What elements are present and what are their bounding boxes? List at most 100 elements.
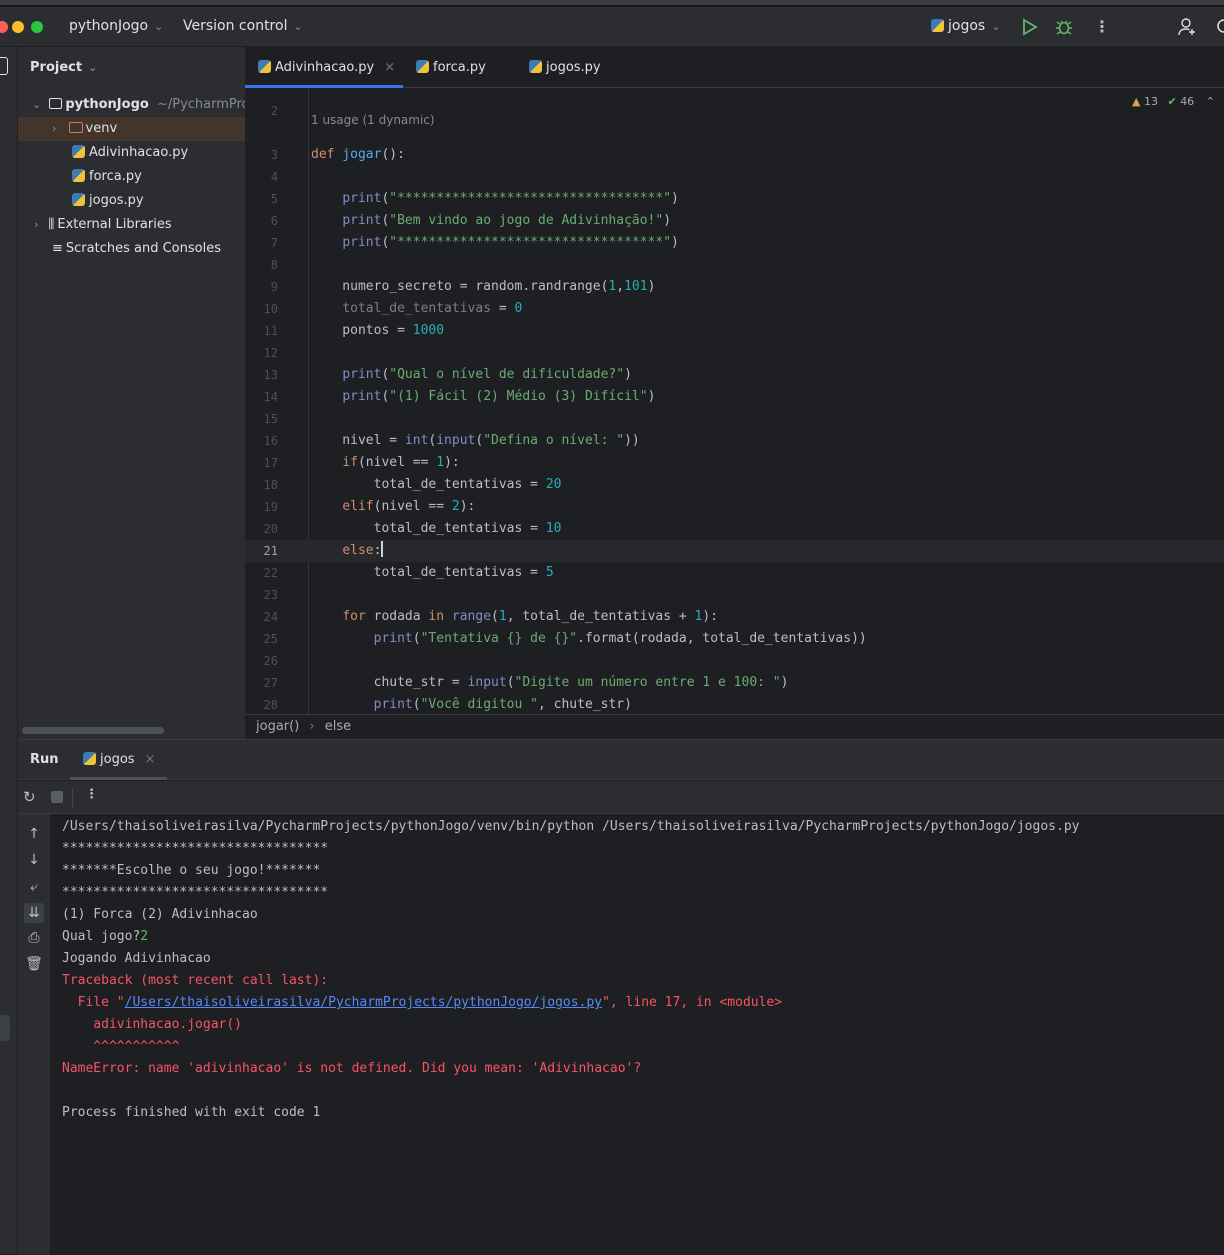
- code-line[interactable]: print("*********************************…: [311, 232, 679, 254]
- maximize-window-button[interactable]: [31, 21, 43, 33]
- code-token-kw: else: [342, 543, 374, 558]
- code-line[interactable]: elif(nivel == 2):: [311, 496, 475, 518]
- tree-item-external-libraries[interactable]: › ⫼ External Libraries: [18, 213, 245, 237]
- code-token-plain: :: [373, 543, 382, 558]
- code-token-plain: chute_str =: [311, 675, 468, 690]
- code-token-num: 20: [545, 477, 562, 492]
- tree-item-forca[interactable]: forca.py: [18, 165, 245, 189]
- tree-item-venv[interactable]: › venv: [18, 117, 245, 141]
- code-line[interactable]: for rodada in range(1, total_de_tentativ…: [311, 606, 718, 628]
- version-control-menu[interactable]: Version control ⌄: [183, 18, 303, 34]
- code-token-bi: print: [342, 235, 382, 250]
- tree-item-label: venv: [85, 121, 118, 136]
- console-text: ^^^^^^^^^^^: [62, 1039, 180, 1054]
- code-line[interactable]: chute_str = input("Digite um número entr…: [311, 672, 789, 694]
- project-panel: Project ⌄ ⌄ pythonJogo ~/PycharmProjects/…: [18, 47, 245, 739]
- tree-item-jogos[interactable]: jogos.py: [18, 189, 245, 213]
- project-tool-icon[interactable]: [0, 57, 8, 75]
- line-number: 16: [263, 434, 278, 448]
- code-line[interactable]: else:: [311, 540, 383, 562]
- code-line[interactable]: numero_secreto = random.randrange(1,101): [311, 276, 655, 298]
- console-line: Qual jogo?2: [62, 926, 148, 948]
- code-line[interactable]: print("Tentativa {} de {}".format(rodada…: [311, 628, 867, 650]
- window-top-edge: [0, 0, 1224, 6]
- run-config-selector[interactable]: jogos ⌄: [931, 18, 1000, 34]
- code-line[interactable]: nivel = int(input("Defina o nível: ")): [311, 430, 640, 452]
- chevron-right-icon: ›: [52, 122, 57, 135]
- console-line: ^^^^^^^^^^^: [62, 1036, 179, 1058]
- chevron-down-icon: ⌄: [293, 20, 303, 33]
- minimize-window-button[interactable]: [12, 21, 24, 33]
- code-line[interactable]: print("(1) Fácil (2) Médio (3) Difícil"): [311, 386, 655, 408]
- code-token-num: 5: [545, 565, 554, 580]
- code-token-plain: numero_secreto = random.randrange(: [311, 279, 609, 294]
- run-tool-icon[interactable]: [0, 1015, 10, 1041]
- code-token-plain: .format(rodada, total_de_tentativas)): [577, 631, 867, 646]
- file-link[interactable]: /Users/thaisoliveirasilva/PycharmProject…: [125, 995, 602, 1010]
- breadcrumb-item[interactable]: else: [325, 719, 351, 734]
- play-icon[interactable]: [1022, 18, 1038, 40]
- console-text: /Users/thaisoliveirasilva/PycharmProject…: [62, 819, 1080, 834]
- code-token-str: "Digite um número entre 1 e 100: ": [514, 675, 781, 690]
- code-token-plain: (: [491, 609, 499, 624]
- tree-item-adivinhacao[interactable]: Adivinhacao.py: [18, 141, 245, 165]
- code-line[interactable]: print("Você digitou ", chute_str): [311, 694, 632, 714]
- project-selector[interactable]: pythonJogo ⌄: [69, 18, 163, 34]
- line-number: 19: [263, 500, 278, 514]
- code-line[interactable]: total_de_tentativas = 10: [311, 518, 562, 540]
- code-token-plain: ):: [702, 609, 719, 624]
- line-number: 26: [263, 654, 278, 668]
- code-token-kw: def: [311, 147, 335, 162]
- code-token-kw: if: [342, 455, 358, 470]
- run-config-name: jogos: [948, 18, 986, 34]
- code-line[interactable]: total_de_tentativas = 0: [311, 298, 522, 320]
- close-window-button[interactable]: [0, 21, 8, 33]
- code-token-plain: ): [671, 235, 679, 250]
- code-line[interactable]: print("Bem vindo ao jogo de Adivinhação!…: [311, 210, 671, 232]
- code-token-plain: ,: [616, 279, 625, 294]
- console-line: **********************************: [62, 882, 328, 904]
- line-number: 3: [270, 148, 278, 162]
- console-output[interactable]: /Users/thaisoliveirasilva/PycharmProject…: [18, 740, 1224, 1255]
- line-number: 22: [263, 566, 278, 580]
- library-icon: ⫼: [48, 217, 55, 232]
- code-line[interactable]: pontos = 1000: [311, 320, 444, 342]
- code-token-num: 0: [514, 301, 523, 316]
- tree-item-scratches[interactable]: ≡ Scratches and Consoles: [18, 237, 245, 261]
- line-number: 14: [263, 390, 278, 404]
- line-number: 28: [263, 698, 278, 712]
- code-token-kw: elif: [342, 499, 374, 514]
- code-token-str: "Qual o nível de dificuldade?": [389, 367, 625, 382]
- code-line[interactable]: total_de_tentativas = 20: [311, 474, 562, 496]
- root-name: pythonJogo: [65, 97, 149, 112]
- breadcrumb-item[interactable]: jogar(): [256, 719, 299, 734]
- code-line[interactable]: if(nivel == 1):: [311, 452, 459, 474]
- code-token-plain: , total_de_tentativas +: [506, 609, 695, 624]
- code-token-str: "**********************************": [389, 235, 672, 250]
- add-user-icon[interactable]: [1177, 17, 1197, 41]
- bug-icon[interactable]: [1055, 18, 1073, 40]
- tree-root-pythonJogo[interactable]: ⌄ pythonJogo ~/PycharmProjects/pythonJog…: [18, 93, 245, 117]
- horizontal-scrollbar[interactable]: [22, 727, 164, 734]
- more-vertical-icon[interactable]: ⋮: [1094, 17, 1110, 36]
- code-line[interactable]: print("*********************************…: [311, 188, 679, 210]
- code-line[interactable]: def jogar():: [311, 144, 405, 166]
- code-line[interactable]: total_de_tentativas = 5: [311, 562, 554, 584]
- console-text: adivinhacao.jogar(): [62, 1017, 243, 1032]
- project-panel-title[interactable]: Project ⌄: [30, 60, 97, 75]
- breadcrumb: jogar() › else: [245, 714, 1224, 739]
- code-token-plain: ():: [381, 147, 405, 162]
- code-area[interactable]: 1 usage (1 dynamic) 2 3 def jogar(): 4 5 pri…: [245, 47, 1224, 714]
- code-token-str: "Defina o nível: ": [483, 433, 625, 448]
- code-token-plain: )): [624, 433, 640, 448]
- vcs-label: Version control: [183, 18, 288, 34]
- code-line[interactable]: print("Qual o nível de dificuldade?"): [311, 364, 632, 386]
- console-text: **********************************: [62, 841, 329, 856]
- search-icon[interactable]: [1215, 18, 1224, 40]
- chevron-down-icon: ⌄: [88, 61, 98, 74]
- usage-hint[interactable]: 1 usage (1 dynamic): [311, 113, 435, 127]
- code-token-bi: input: [467, 675, 507, 690]
